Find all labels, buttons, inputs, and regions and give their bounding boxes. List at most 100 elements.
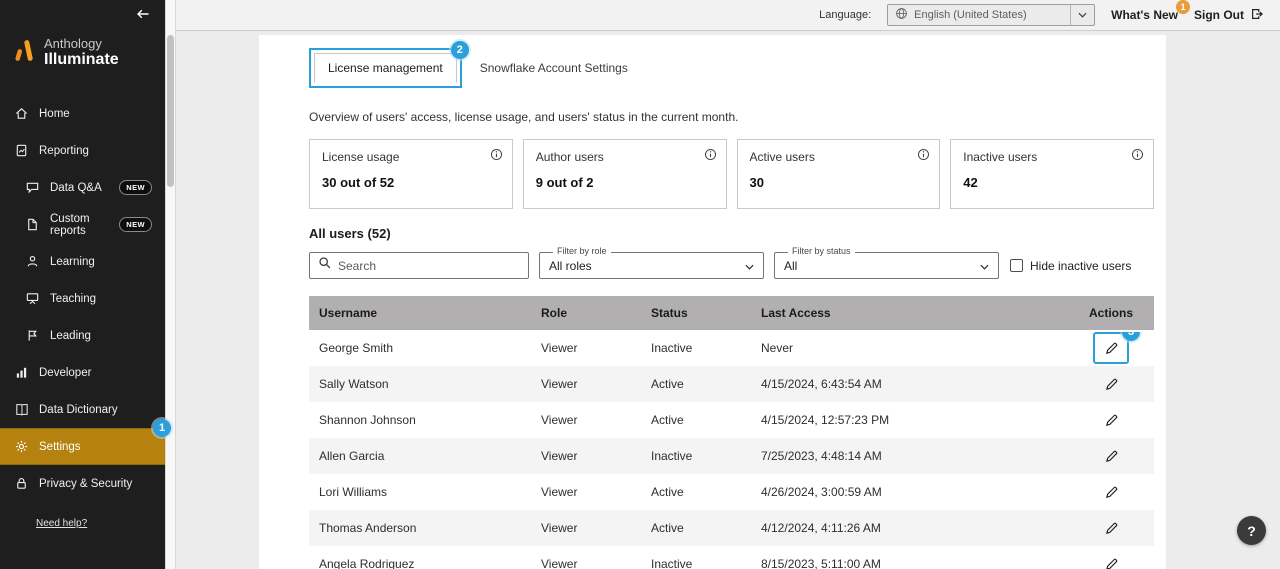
- edit-user-button[interactable]: [1098, 551, 1124, 569]
- sidebar-item-home[interactable]: Home: [0, 95, 165, 132]
- sidebar-item-label: Custom reports: [50, 213, 109, 237]
- back-arrow-icon[interactable]: [135, 6, 151, 27]
- actions-cell: 3: [1068, 332, 1154, 364]
- card-license-usage: License usage 30 out of 52: [309, 139, 513, 209]
- help-button[interactable]: ?: [1237, 516, 1266, 545]
- sidebar-item-label: Leading: [50, 330, 91, 342]
- callout-2-badge: 2: [451, 41, 469, 59]
- content-area: License management 2 Snowflake Account S…: [176, 31, 1280, 569]
- sidebar-item-label: Developer: [39, 367, 91, 379]
- username-cell: George Smith: [309, 341, 532, 355]
- sidebar-item-label: Privacy & Security: [39, 478, 132, 490]
- table-row: Angela Rodriguez Viewer Inactive 8/15/20…: [309, 546, 1154, 569]
- vertical-scrollbar[interactable]: [165, 0, 176, 569]
- status-cell: Active: [642, 413, 752, 427]
- sidebar-item-learning[interactable]: Learning: [0, 243, 165, 280]
- role-cell: Viewer: [532, 449, 642, 463]
- sidebar-item-privacy-security[interactable]: Privacy & Security: [0, 465, 165, 502]
- sidebar-item-developer[interactable]: Developer: [0, 354, 165, 391]
- sidebar-item-label: Home: [39, 108, 70, 120]
- last-access-cell: Never: [752, 341, 1068, 355]
- header-role: Role: [532, 306, 642, 320]
- edit-user-button[interactable]: [1098, 515, 1124, 541]
- overview-text: Overview of users' access, license usage…: [309, 110, 1154, 124]
- filter-by-status-dropdown[interactable]: Filter by status All: [774, 252, 999, 279]
- card-value: 30: [750, 175, 928, 190]
- filter-by-status-label: Filter by status: [788, 246, 855, 256]
- edit-user-button[interactable]: [1098, 335, 1124, 361]
- reporting-icon: [13, 143, 29, 159]
- card-title: Inactive users: [963, 150, 1141, 164]
- sidebar-item-data-dictionary[interactable]: Data Dictionary: [0, 391, 165, 428]
- anthology-illuminate-logo: Anthology Illuminate: [0, 32, 165, 85]
- language-dropdown[interactable]: English (United States): [887, 4, 1095, 26]
- home-icon: [13, 106, 29, 122]
- table-row: Thomas Anderson Viewer Active 4/12/2024,…: [309, 510, 1154, 546]
- username-cell: Allen Garcia: [309, 449, 532, 463]
- role-cell: Viewer: [532, 377, 642, 391]
- language-label: Language:: [819, 9, 871, 21]
- tab-snowflake-account-settings[interactable]: Snowflake Account Settings: [474, 53, 634, 83]
- edit-user-button[interactable]: [1098, 407, 1124, 433]
- hide-inactive-users-label: Hide inactive users: [1030, 259, 1131, 273]
- need-help-link[interactable]: Need help?: [36, 518, 87, 529]
- sidebar-item-settings[interactable]: Settings 1: [0, 428, 165, 465]
- last-access-cell: 4/26/2024, 3:00:59 AM: [752, 485, 1068, 499]
- status-cell: Inactive: [642, 557, 752, 569]
- chevron-down-icon: [1070, 5, 1087, 25]
- card-title: License usage: [322, 150, 500, 164]
- sidebar-item-leading[interactable]: Leading: [0, 317, 165, 354]
- users-table: Username Role Status Last Access Actions…: [309, 296, 1154, 569]
- brand-name-bottom: Illuminate: [44, 51, 119, 69]
- info-icon[interactable]: [917, 148, 930, 166]
- scrollbar-thumb[interactable]: [167, 35, 174, 187]
- filter-by-role-dropdown[interactable]: Filter by role All roles: [539, 252, 764, 279]
- filter-by-role-label: Filter by role: [553, 246, 611, 256]
- edit-user-button[interactable]: [1098, 479, 1124, 505]
- callout-3-ring: 3: [1093, 332, 1129, 364]
- chat-bubble-icon: [24, 180, 40, 196]
- role-cell: Viewer: [532, 485, 642, 499]
- username-cell: Thomas Anderson: [309, 521, 532, 535]
- actions-cell: [1068, 407, 1154, 433]
- sidebar-item-reporting[interactable]: Reporting: [0, 132, 165, 169]
- sidebar-item-data-qa[interactable]: Data Q&A NEW: [0, 169, 165, 206]
- username-cell: Lori Williams: [309, 485, 532, 499]
- sign-out-label: Sign Out: [1194, 8, 1244, 22]
- whats-new-label: What's New: [1111, 8, 1178, 22]
- last-access-cell: 4/15/2024, 6:43:54 AM: [752, 377, 1068, 391]
- role-cell: Viewer: [532, 413, 642, 427]
- info-icon[interactable]: [1131, 148, 1144, 166]
- status-cell: Inactive: [642, 449, 752, 463]
- sidebar-item-custom-reports[interactable]: Custom reports NEW: [0, 206, 165, 243]
- hide-inactive-users-checkbox[interactable]: [1010, 259, 1023, 272]
- table-row: Shannon Johnson Viewer Active 4/15/2024,…: [309, 402, 1154, 438]
- whats-new-link[interactable]: What's New 1: [1111, 8, 1178, 22]
- sign-out-button[interactable]: Sign Out: [1194, 7, 1264, 24]
- globe-icon: [895, 7, 908, 23]
- status-cell: Active: [642, 377, 752, 391]
- language-value: English (United States): [914, 9, 1027, 21]
- edit-user-button[interactable]: [1098, 443, 1124, 469]
- table-row: Allen Garcia Viewer Inactive 7/25/2023, …: [309, 438, 1154, 474]
- edit-user-button[interactable]: [1098, 371, 1124, 397]
- info-icon[interactable]: [490, 148, 503, 166]
- sidebar-item-teaching[interactable]: Teaching: [0, 280, 165, 317]
- lock-icon: [13, 476, 29, 492]
- table-row: Lori Williams Viewer Active 4/26/2024, 3…: [309, 474, 1154, 510]
- tab-license-management[interactable]: License management: [314, 53, 457, 83]
- sidebar: Anthology Illuminate Home Reporting Data…: [0, 0, 165, 569]
- last-access-cell: 4/12/2024, 4:11:26 AM: [752, 521, 1068, 535]
- search-input[interactable]: [338, 259, 520, 273]
- info-icon[interactable]: [704, 148, 717, 166]
- last-access-cell: 4/15/2024, 12:57:23 PM: [752, 413, 1068, 427]
- search-icon: [318, 256, 332, 275]
- brand-name-top: Anthology: [44, 36, 119, 51]
- bar-chart-icon: [13, 365, 29, 381]
- card-inactive-users: Inactive users 42: [950, 139, 1154, 209]
- status-cell: Active: [642, 485, 752, 499]
- card-active-users: Active users 30: [737, 139, 941, 209]
- sidebar-item-label: Data Dictionary: [39, 404, 118, 416]
- new-badge: NEW: [119, 180, 152, 195]
- username-cell: Shannon Johnson: [309, 413, 532, 427]
